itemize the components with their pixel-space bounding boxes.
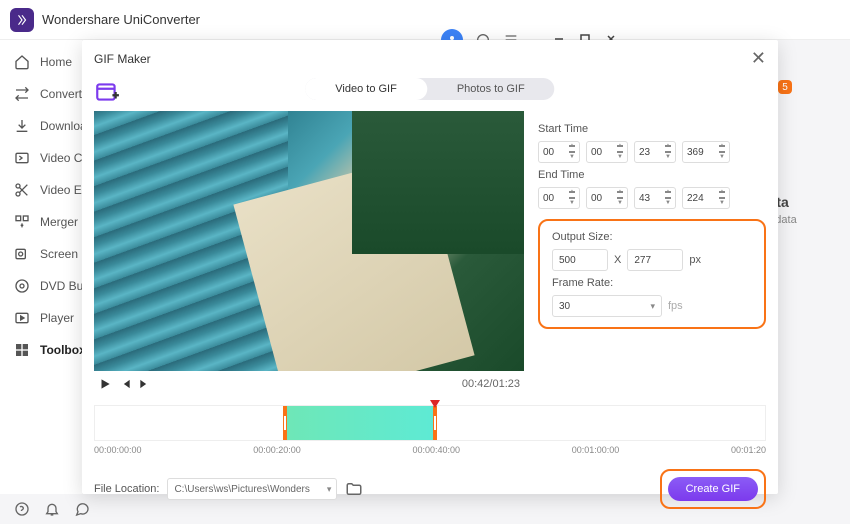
- end-time-label: End Time: [538, 169, 766, 181]
- browse-folder-icon[interactable]: [345, 480, 363, 498]
- sidebar-item-converter[interactable]: Converter: [0, 78, 82, 110]
- tab-video-to-gif[interactable]: Video to GIF: [305, 78, 427, 100]
- file-location-label: File Location:: [94, 483, 159, 495]
- start-ms-input[interactable]: 369▲▼: [682, 141, 730, 163]
- tab-bar: Video to GIF Photos to GIF: [305, 78, 554, 100]
- sidebar-item-dvd[interactable]: DVD Burner: [0, 270, 82, 302]
- end-hours-input[interactable]: 00▲▼: [538, 187, 580, 209]
- timeline-track[interactable]: [94, 405, 766, 441]
- app-title: Wondershare UniConverter: [42, 12, 441, 27]
- sidebar-item-recorder[interactable]: Screen Recorder: [0, 238, 82, 270]
- start-hours-input[interactable]: 00▲▼: [538, 141, 580, 163]
- selection-end-handle[interactable]: [434, 416, 436, 430]
- compress-icon: [14, 150, 30, 166]
- timeline-ticks: 00:00:00:00 00:00:20:00 00:00:40:00 00:0…: [94, 441, 766, 459]
- playback-controls: 00:42/01:23: [94, 371, 524, 397]
- output-height-input[interactable]: 277: [627, 249, 683, 271]
- sidebar-label: Video Editor: [40, 183, 82, 197]
- sidebar-label: Video Compressor: [40, 151, 82, 165]
- sidebar-item-player[interactable]: Player: [0, 302, 82, 334]
- sidebar-label: Downloader: [40, 119, 82, 133]
- titlebar: Wondershare UniConverter: [0, 0, 850, 40]
- sidebar: Home Converter Downloader Video Compress…: [0, 40, 82, 494]
- file-location-input[interactable]: C:\Users\ws\Pictures\Wonders: [167, 478, 337, 500]
- modal-footer: File Location: C:\Users\ws\Pictures\Wond…: [82, 459, 778, 509]
- output-settings-group: Output Size: 500 X 277 px Frame Rate: 30…: [538, 219, 766, 329]
- timeline: 00:00:00:00 00:00:20:00 00:00:40:00 00:0…: [82, 397, 778, 459]
- sidebar-item-merger[interactable]: Merger: [0, 206, 82, 238]
- end-seconds-input[interactable]: 43▲▼: [634, 187, 676, 209]
- sidebar-label: Player: [40, 311, 74, 325]
- modal-title: GIF Maker: [94, 52, 151, 66]
- end-minutes-input[interactable]: 00▲▼: [586, 187, 628, 209]
- video-preview[interactable]: [94, 111, 524, 371]
- play-button[interactable]: [98, 377, 112, 391]
- sidebar-label: DVD Burner: [40, 279, 82, 293]
- frame-rate-label: Frame Rate:: [552, 277, 752, 289]
- bell-icon[interactable]: [44, 501, 60, 517]
- start-minutes-input[interactable]: 00▲▼: [586, 141, 628, 163]
- help-icon[interactable]: [14, 501, 30, 517]
- scissors-icon: [14, 182, 30, 198]
- grid-icon: [14, 342, 30, 358]
- start-time-label: Start Time: [538, 123, 766, 135]
- sidebar-label: Screen Recorder: [40, 247, 82, 261]
- playhead-icon[interactable]: [430, 400, 440, 408]
- tab-photos-to-gif[interactable]: Photos to GIF: [427, 78, 555, 100]
- output-size-label: Output Size:: [552, 231, 752, 243]
- next-frame-button[interactable]: [138, 377, 152, 391]
- sidebar-item-editor[interactable]: Video Editor: [0, 174, 82, 206]
- end-ms-input[interactable]: 224▲▼: [682, 187, 730, 209]
- sidebar-item-toolbox[interactable]: Toolbox: [0, 334, 82, 366]
- download-icon: [14, 118, 30, 134]
- sidebar-label: Merger: [40, 215, 78, 229]
- playback-time: 00:42/01:23: [462, 378, 520, 390]
- create-button-highlight: Create GIF: [660, 469, 766, 509]
- record-icon: [14, 246, 30, 262]
- convert-icon: [14, 86, 30, 102]
- sidebar-label: Toolbox: [40, 343, 82, 357]
- disc-icon: [14, 278, 30, 294]
- create-gif-button[interactable]: Create GIF: [668, 477, 758, 501]
- sidebar-item-home[interactable]: Home: [0, 46, 82, 78]
- sidebar-item-downloader[interactable]: Downloader: [0, 110, 82, 142]
- modal-close-icon[interactable]: ✕: [751, 48, 766, 69]
- prev-frame-button[interactable]: [118, 377, 132, 391]
- merge-icon: [14, 214, 30, 230]
- add-file-icon[interactable]: [94, 79, 120, 105]
- timeline-selection[interactable]: [283, 406, 437, 440]
- frame-rate-select[interactable]: 30: [552, 295, 662, 317]
- play-icon: [14, 310, 30, 326]
- badge: 5: [778, 80, 792, 94]
- app-logo: [10, 8, 34, 32]
- sidebar-label: Home: [40, 55, 72, 69]
- start-seconds-input[interactable]: 23▲▼: [634, 141, 676, 163]
- sidebar-label: Converter: [40, 87, 82, 101]
- sidebar-item-compressor[interactable]: Video Compressor: [0, 142, 82, 174]
- home-icon: [14, 54, 30, 70]
- gif-maker-modal: GIF Maker ✕ Video to GIF Photos to GIF 0…: [82, 40, 778, 494]
- selection-start-handle[interactable]: [284, 416, 286, 430]
- output-width-input[interactable]: 500: [552, 249, 608, 271]
